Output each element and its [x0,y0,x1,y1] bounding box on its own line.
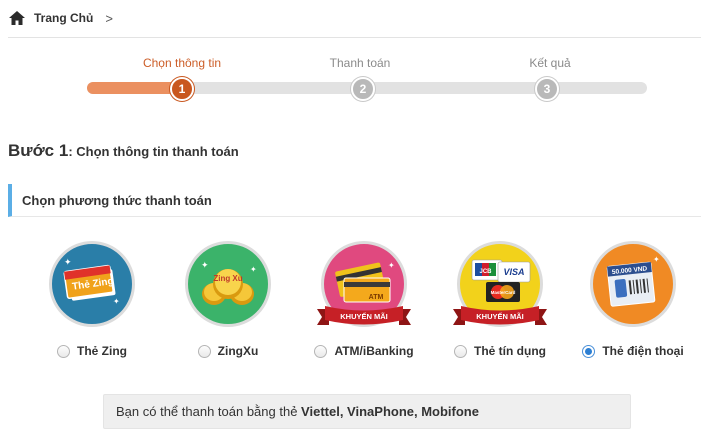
radio-credit[interactable] [454,344,467,358]
step-heading-text: : Chọn thông tin thanh toán [68,144,239,159]
radio-atm[interactable] [314,344,328,358]
svg-text:✦: ✦ [653,255,660,264]
method-label-zingxu[interactable]: ZingXu [218,344,259,358]
jcb-text: JCB [479,269,492,275]
method-option-credit[interactable]: Thẻ tín dụng [435,344,565,358]
home-icon[interactable] [8,10,26,26]
payment-method-atm[interactable]: ATM ✦ KHUYẾN MÃI ATM/iBanking [299,241,429,361]
zingxu-coins-icon[interactable]: Zing Xu ✦ ✦ [185,241,271,327]
svg-text:✦: ✦ [201,260,209,270]
promo-ribbon-credit: KHUYẾN MÃI [453,303,547,327]
method-label-zing[interactable]: Thẻ Zing [77,344,127,358]
step-circle-3: 3 [535,77,559,101]
radio-phone[interactable] [582,344,596,358]
breadcrumb-home-link[interactable]: Trang Chủ [34,11,93,25]
step-label-3: Kết quả [529,56,571,70]
payment-method-phone[interactable]: 50.000 VND ✦ Thẻ điện thoại [568,241,698,361]
payment-method-zing[interactable]: Thẻ Zing ✦ ✦ Thẻ Zing [27,241,157,361]
chevron-right-icon: > [105,10,113,26]
method-label-phone[interactable]: Thẻ điện thoại [602,344,683,358]
phone-card-icon[interactable]: 50.000 VND ✦ [590,241,676,327]
method-option-zingxu[interactable]: ZingXu [163,344,293,358]
note-prefix: Bạn có thể thanh toán bằng thẻ [116,404,302,419]
svg-text:✦: ✦ [113,297,120,306]
divider [8,37,701,38]
method-label-credit[interactable]: Thẻ tín dụng [474,344,546,358]
step-circle-2: 2 [351,77,375,101]
breadcrumb: Trang Chủ > [8,8,113,28]
zing-card-icon[interactable]: Thẻ Zing ✦ ✦ [49,241,135,327]
step-heading-prefix: Bước 1 [8,141,69,160]
promo-ribbon-atm: KHUYẾN MÃI [317,303,411,327]
atm-card-text: ATM [369,294,384,301]
visa-text: VISA [503,267,524,277]
zingxu-coin-text: Zing Xu [213,274,242,283]
note-providers: Viettel, VinaPhone, Mobifone [301,404,479,419]
svg-text:✦: ✦ [250,265,257,274]
page-title: Bước 1: Chọn thông tin thanh toán [8,141,239,161]
payment-note: Bạn có thể thanh toán bằng thẻ Viettel, … [103,394,631,429]
section-header: Chọn phương thức thanh toán [8,184,701,217]
section-title: Chọn phương thức thanh toán [22,192,212,208]
step-circle-1: 1 [170,77,194,101]
method-option-zing[interactable]: Thẻ Zing [27,344,157,358]
mastercard-text: MasterCard [491,290,516,295]
payment-method-zingxu[interactable]: Zing Xu ✦ ✦ ZingXu [163,241,293,361]
method-label-atm[interactable]: ATM/iBanking [334,344,413,358]
method-option-phone[interactable]: Thẻ điện thoại [568,344,698,358]
step-label-2: Thanh toán [329,56,391,70]
method-option-atm[interactable]: ATM/iBanking [299,344,429,358]
promo-ribbon-text: KHUYẾN MÃI [340,311,388,321]
payment-method-credit[interactable]: JCB VISA MasterCard KHUYẾN MÃI Thẻ tín d… [435,241,565,361]
step-label-1: Chọn thông tin [142,56,222,70]
promo-ribbon-text: KHUYẾN MÃI [476,311,524,321]
radio-zingxu[interactable] [197,344,211,358]
radio-zing[interactable] [57,344,70,358]
progress-stepper: Chọn thông tin Thanh toán Kết quả 1 2 3 [0,50,701,110]
svg-text:✦: ✦ [388,261,395,270]
svg-text:✦: ✦ [64,257,72,267]
